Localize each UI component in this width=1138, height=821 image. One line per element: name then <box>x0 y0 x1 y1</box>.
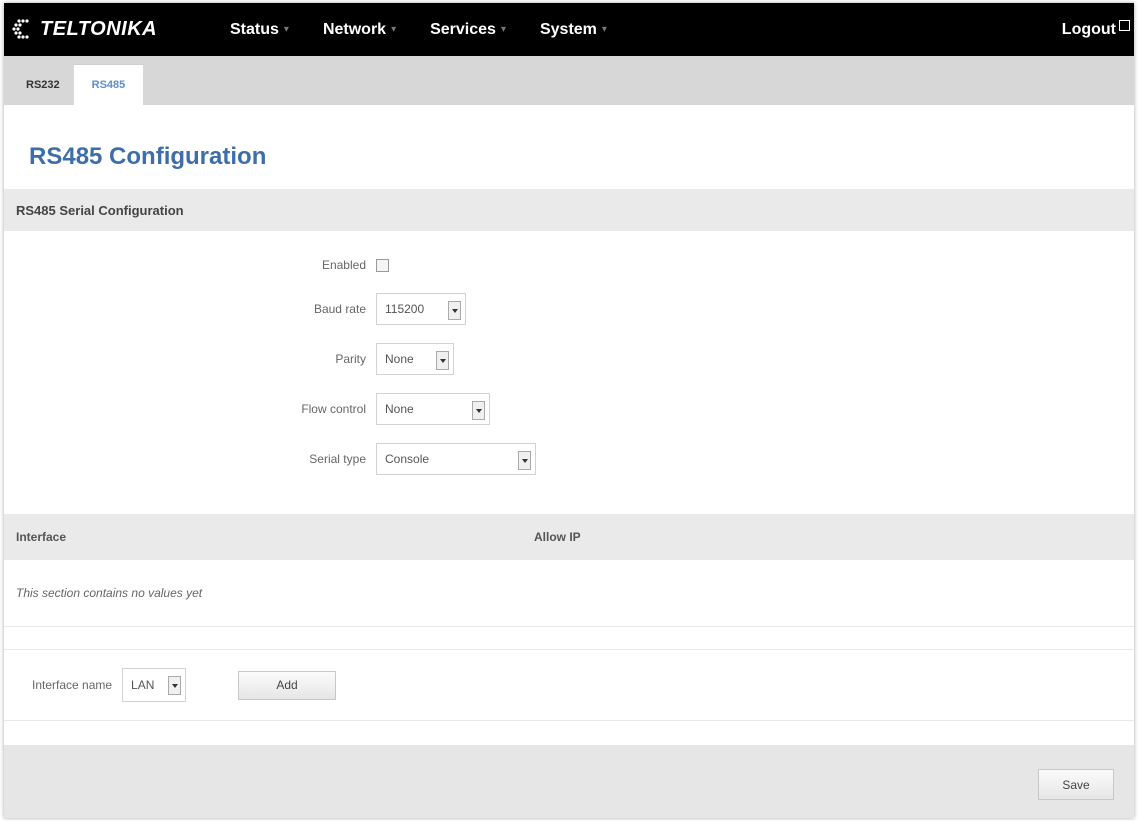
section-header: RS485 Serial Configuration <box>4 189 1134 231</box>
chevron-down-icon: ▾ <box>391 23 397 35</box>
interface-name-select[interactable]: LAN <box>122 668 187 702</box>
add-button[interactable]: Add <box>238 670 337 700</box>
table-header: Interface Allow IP <box>4 514 1134 560</box>
tab-rs232[interactable]: RS232 <box>12 65 74 105</box>
serial-type-select[interactable]: Console <box>376 443 536 475</box>
enabled-checkbox[interactable] <box>376 258 389 272</box>
save-button[interactable]: Save <box>1038 769 1114 800</box>
flow-control-select[interactable]: None <box>376 393 490 425</box>
interface-name-label: Interface name <box>32 678 113 692</box>
main-nav: Status ▾ Network ▾ Services ▾ System ▾ <box>230 3 641 56</box>
interface-name-value: LAN <box>131 678 155 692</box>
col-interface: Interface <box>16 530 67 544</box>
parity-select[interactable]: None <box>376 343 454 375</box>
logout-link[interactable]: Logout <box>1062 3 1130 56</box>
chevron-down-icon: ▾ <box>601 23 607 35</box>
nav-services-label: Services <box>430 20 496 38</box>
enabled-row: Enabled <box>4 253 389 277</box>
serial-type-row: Serial type Console <box>4 443 536 475</box>
baud-rate-row: Baud rate 115200 <box>4 293 466 325</box>
sub-tab-bar: RS232 RS485 <box>4 56 1134 105</box>
chevron-down-icon <box>472 401 485 420</box>
nav-network[interactable]: Network ▾ <box>323 21 396 39</box>
tab-rs485-label: RS485 <box>91 79 126 91</box>
nav-network-label: Network <box>322 20 387 38</box>
col-allow-ip: Allow IP <box>534 530 581 544</box>
logout-label: Logout <box>1061 20 1116 38</box>
parity-label: Parity <box>335 352 366 366</box>
serial-type-value: Console <box>385 452 430 466</box>
add-interface-row: Interface name LAN Add <box>4 649 1134 721</box>
teltonika-logo[interactable]: TELTONIKA <box>10 3 230 56</box>
chevron-down-icon <box>518 451 531 470</box>
baud-rate-value: 115200 <box>385 302 425 316</box>
baud-rate-select[interactable]: 115200 <box>376 293 466 325</box>
tab-rs232-label: RS232 <box>26 79 60 91</box>
footer-bar: Save <box>4 745 1134 818</box>
flow-control-label: Flow control <box>301 402 366 416</box>
nav-status-label: Status <box>230 20 279 38</box>
flow-control-row: Flow control None <box>4 393 490 425</box>
enabled-label: Enabled <box>321 258 366 272</box>
top-nav-bar: TELTONIKA Status ▾ Network ▾ Services ▾ Sys… <box>4 3 1134 56</box>
baud-rate-label: Baud rate <box>313 302 366 316</box>
serial-type-label: Serial type <box>309 452 366 466</box>
chevron-down-icon: ▾ <box>283 23 289 35</box>
teltonika-logo-icon <box>12 18 29 39</box>
chevron-down-icon <box>436 351 449 370</box>
page-title: RS485 Configuration <box>29 143 267 170</box>
chevron-down-icon <box>448 301 461 320</box>
parity-row: Parity None <box>4 343 454 375</box>
logo-text: TELTONIKA <box>40 18 158 40</box>
serial-config-form: Enabled Baud rate 115200 Parity None Flo… <box>4 231 1134 514</box>
nav-services[interactable]: Services ▾ <box>430 21 506 39</box>
flow-control-value: None <box>385 402 414 416</box>
chevron-down-icon <box>168 676 182 695</box>
app-window: TELTONIKA Status ▾ Network ▾ Services ▾ Sys… <box>4 3 1134 818</box>
tab-rs485[interactable]: RS485 <box>73 64 144 105</box>
chevron-down-icon: ▾ <box>500 23 506 35</box>
empty-table-message: This section contains no values yet <box>4 560 1134 627</box>
nav-system[interactable]: System ▾ <box>540 21 607 39</box>
logout-icon <box>1119 20 1130 31</box>
nav-system-label: System <box>539 20 597 38</box>
nav-status[interactable]: Status ▾ <box>230 21 289 39</box>
parity-value: None <box>385 352 414 366</box>
